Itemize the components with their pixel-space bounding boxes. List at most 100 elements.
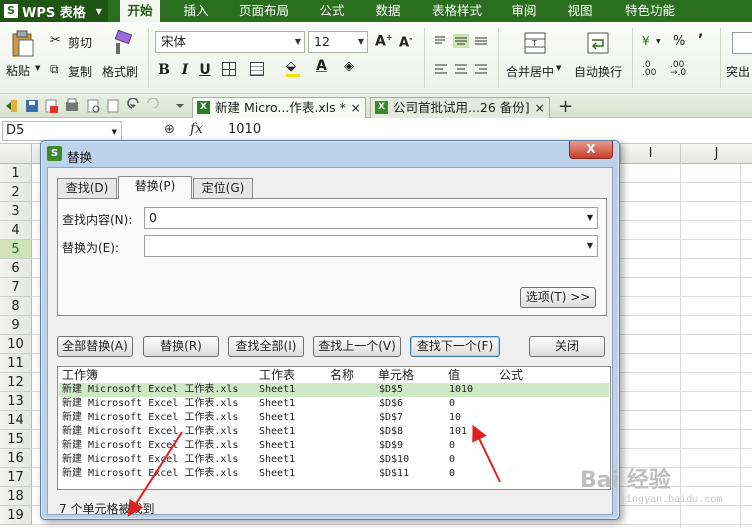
tab-find[interactable]: 查找(D) [57,178,117,198]
row-header[interactable]: 1 [0,164,32,183]
row-header[interactable]: 11 [0,354,32,373]
tab-goto[interactable]: 定位(G) [193,178,253,198]
fill-color-icon[interactable]: ⬙ [286,59,296,74]
fx-button[interactable]: fx [190,121,203,137]
row-header[interactable]: 2 [0,183,32,202]
thousands-icon[interactable]: ’ [698,32,703,48]
result-row[interactable]: 新建 Microsoft Excel 工作表.xls Sheet1 $D$6 0 [59,397,609,411]
doc-tab-inactive[interactable]: X 公司首批试用...26 备份] × [370,97,550,118]
doc-tab-active[interactable]: X 新建 Micro...作表.xls * × [192,97,366,118]
borders-icon[interactable] [222,62,236,76]
name-box[interactable]: D5 ▼ [2,121,122,141]
font-color-icon[interactable]: A [316,58,327,74]
menu-review[interactable]: 审阅 [504,0,544,22]
font-name-select[interactable]: 宋体 ▼ [155,31,305,53]
replace-all-button[interactable]: 全部替换(A) [57,336,133,357]
highlight-button[interactable]: 突出 [726,63,750,80]
row-header[interactable]: 4 [0,221,32,240]
menu-insert[interactable]: 插入 [176,0,216,22]
select-all-corner[interactable] [0,144,32,164]
shrink-font-icon[interactable]: A- [399,34,412,50]
column-header-j[interactable]: J [680,144,752,164]
app-menu-button[interactable]: S WPS 表格 ▼ [0,0,108,22]
row-header[interactable]: 9 [0,316,32,335]
row-header[interactable]: 13 [0,392,32,411]
italic-button[interactable]: I [176,60,194,80]
menu-formulas[interactable]: 公式 [312,0,352,22]
align-horizontal-icons[interactable] [433,62,493,76]
row-header[interactable]: 14 [0,411,32,430]
result-row[interactable]: 新建 Microsoft Excel 工作表.xls Sheet1 $D$7 10 [59,411,609,425]
chevron-down-icon[interactable]: ▼ [112,123,117,141]
menu-view[interactable]: 视图 [560,0,600,22]
grow-font-icon[interactable]: A+ [375,33,393,50]
close-icon[interactable]: × [351,98,361,117]
cut-button[interactable]: 剪切 [68,34,92,51]
row-header[interactable]: 18 [0,487,32,506]
merge-center-button[interactable]: 合并居中 [506,63,554,80]
find-all-button[interactable]: 查找全部(I) [228,336,304,357]
zoom-icon[interactable]: ⊕ [164,122,175,137]
replace-input[interactable]: ▼ [144,235,598,257]
menu-home[interactable]: 开始 [120,0,160,22]
row-header[interactable]: 19 [0,506,32,525]
menu-table-style[interactable]: 表格样式 [426,0,488,22]
close-button[interactable]: 关闭 [529,336,605,357]
find-input[interactable]: 0 ▼ [144,207,598,229]
underline-button[interactable]: U [196,60,214,80]
paste-button[interactable]: 粘贴 [6,62,30,79]
align-top-icons[interactable] [433,34,493,48]
row-header[interactable]: 16 [0,449,32,468]
cell-style-icon[interactable] [250,62,264,76]
chevron-down-icon[interactable]: ▼ [35,64,40,72]
row-header[interactable]: 10 [0,335,32,354]
currency-icon[interactable]: ¥ [642,34,650,48]
merge-center-icon[interactable]: T [524,32,546,54]
format-painter-icon[interactable] [110,29,134,56]
highlight-icon[interactable] [732,32,752,54]
clear-format-icon[interactable]: ◈ [344,59,354,74]
bold-button[interactable]: B [155,60,173,80]
find-next-button[interactable]: 查找下一个(F) [410,336,500,357]
row-header[interactable]: 17 [0,468,32,487]
chevron-down-icon[interactable]: ▼ [556,64,561,72]
chevron-down-icon[interactable]: ▼ [656,38,661,45]
close-icon[interactable]: × [535,98,545,117]
row-header[interactable]: 6 [0,259,32,278]
result-row[interactable]: 新建 Microsoft Excel 工作表.xls Sheet1 $D$8 101 [59,425,609,439]
paste-icon[interactable] [10,30,36,58]
menu-page-layout[interactable]: 页面布局 [234,0,294,22]
row-header[interactable]: 3 [0,202,32,221]
column-header-i[interactable]: I [620,144,680,164]
replace-button[interactable]: 替换(R) [143,336,219,357]
result-row[interactable]: 新建 Microsoft Excel 工作表.xls Sheet1 $D$11 0 [59,467,609,481]
menu-special[interactable]: 特色功能 [618,0,682,22]
increase-decimal-icon[interactable]: .0.00 [642,61,656,78]
row-header[interactable]: 5 [0,240,32,259]
row-header[interactable]: 8 [0,297,32,316]
result-row[interactable]: 新建 Microsoft Excel 工作表.xls Sheet1 $D$5 1010 [59,383,609,397]
font-size-select[interactable]: 12 ▼ [308,31,368,53]
percent-button[interactable]: % [673,34,685,49]
row-header[interactable]: 12 [0,373,32,392]
wrap-text-button[interactable]: 自动换行 [574,63,622,80]
chevron-down-icon[interactable]: ▼ [587,236,593,256]
format-painter-button[interactable]: 格式刷 [102,63,138,80]
find-previous-button[interactable]: 查找上一个(V) [313,336,401,357]
formula-input[interactable]: 1010 [228,122,261,137]
replace-dialog: S 替换 X 查找(D) 替换(P) 定位(G) 查找内容(N): 0 ▼ 替换为… [40,140,620,520]
dialog-close-button[interactable]: X [569,141,613,159]
decrease-decimal-icon[interactable]: .00 →.0 [670,61,686,78]
chevron-down-icon[interactable]: ▼ [587,208,593,228]
menu-data[interactable]: 数据 [368,0,408,22]
row-header[interactable]: 7 [0,278,32,297]
results-list[interactable]: 工作簿 工作表 名称 单元格 值 公式 新建 Microsoft Excel 工… [57,366,611,490]
result-row[interactable]: 新建 Microsoft Excel 工作表.xls Sheet1 $D$9 0 [59,439,609,453]
new-tab-plus-icon[interactable]: + [558,96,573,117]
result-row[interactable]: 新建 Microsoft Excel 工作表.xls Sheet1 $D$10 0 [59,453,609,467]
row-header[interactable]: 15 [0,430,32,449]
wrap-text-icon[interactable] [587,32,609,54]
tab-replace[interactable]: 替换(P) [118,176,192,199]
options-button[interactable]: 选项(T) >> [520,287,596,308]
copy-button[interactable]: 复制 [68,63,92,80]
